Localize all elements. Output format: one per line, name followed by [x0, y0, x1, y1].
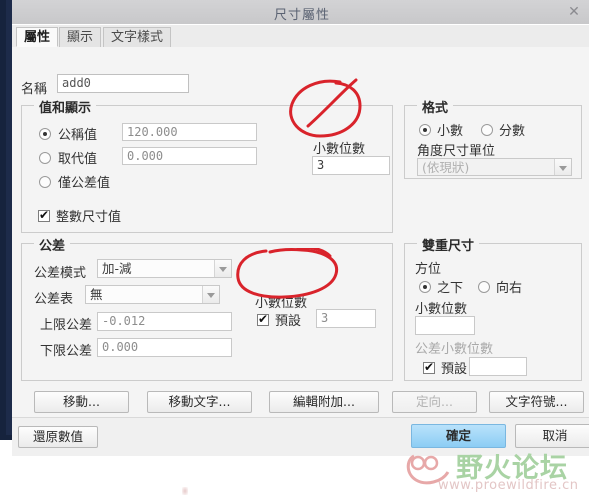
move-text-button[interactable]: 移動文字... — [147, 391, 252, 413]
tolerance-default-checkbox[interactable] — [257, 312, 269, 326]
dialog-title: 尺寸屬性 — [273, 8, 330, 23]
radio-right[interactable] — [478, 281, 490, 293]
dual-default-label: 預設 — [441, 362, 468, 377]
tolerance-mode-combo[interactable]: 加-減 — [97, 259, 232, 278]
watermark: 野火论坛 www.proewildfire.cn — [404, 446, 589, 498]
radio-decimal-label: 小數 — [437, 124, 464, 139]
tolerance-mode-label: 公差模式 — [34, 266, 87, 281]
radio-tolerance-only-label: 僅公差值 — [58, 176, 111, 191]
angular-units-value: (依現狀) — [422, 160, 470, 175]
tolerance-group-legend: 公差 — [34, 235, 71, 254]
integer-dimension-checkbox[interactable] — [38, 208, 50, 222]
values-and-display-group: 值和顯示 公稱值 120.000 取代值 0.000 僅公差值 整數尺寸值 小數… — [21, 97, 393, 233]
edit-attach-button[interactable]: 編輯附加... — [269, 391, 379, 413]
tab-properties[interactable]: 屬性 — [16, 27, 59, 47]
restore-values-button[interactable]: 還原數值 — [18, 426, 98, 448]
dialog-client-area: 屬性 顯示 文字樣式 名稱 add0 值和顯示 公稱值 120.000 取代值 … — [12, 24, 589, 456]
action-button-row: 移動... 移動文字... 編輯附加... 定向... 文字符號... — [12, 387, 589, 417]
tab-text-style[interactable]: 文字樣式 — [103, 27, 172, 47]
radio-fraction-label: 分數 — [499, 124, 526, 139]
name-input[interactable]: add0 — [57, 74, 189, 93]
tab-display[interactable]: 顯示 — [59, 27, 102, 47]
dual-default-checkbox[interactable] — [423, 360, 435, 374]
radio-override-value-label: 取代值 — [58, 152, 98, 167]
decimal-places-input[interactable]: 3 — [312, 156, 390, 175]
dual-decimal-places-label: 小數位數 — [415, 302, 468, 317]
close-icon[interactable]: ✕ — [566, 4, 582, 20]
upper-tolerance-input[interactable]: -0.012 — [97, 312, 232, 331]
radio-below-label: 之下 — [437, 281, 464, 296]
properties-panel: 名稱 add0 值和顯示 公稱值 120.000 取代值 0.000 僅公差值 … — [12, 47, 589, 456]
cancel-button[interactable]: 取消 — [515, 424, 589, 448]
name-label: 名稱 — [21, 82, 48, 97]
tolerance-group: 公差 公差模式 加-減 公差表 無 上限公差 -0.012 下限公差 0.000… — [21, 235, 393, 381]
dual-decimal-places-input[interactable] — [415, 316, 475, 335]
decimal-places-label: 小數位數 — [313, 142, 366, 157]
tolerance-default-label: 預設 — [275, 314, 302, 329]
dual-default-input[interactable] — [469, 357, 527, 376]
values-group-legend: 值和顯示 — [34, 97, 97, 116]
orient-button: 定向... — [392, 391, 477, 413]
tolerance-decimal-places-label: 小數位數 — [255, 296, 308, 311]
ok-button[interactable]: 確定 — [411, 424, 506, 448]
tolerance-table-combo[interactable]: 無 — [85, 285, 220, 304]
nominal-value-field[interactable]: 120.000 — [122, 123, 257, 141]
text-symbol-button[interactable]: 文字符號... — [489, 391, 584, 413]
title-bar: 尺寸屬性 ✕ — [12, 0, 589, 25]
dual-dimension-group: 雙重尺寸 方位 之下 向右 小數位數 公差小數位數 預設 — [404, 235, 582, 381]
override-value-field[interactable]: 0.000 — [122, 147, 257, 165]
chevron-down-icon[interactable] — [214, 260, 231, 277]
angular-units-label: 角度尺寸單位 — [417, 144, 496, 159]
radio-decimal[interactable] — [419, 124, 431, 136]
radio-nominal-value-label: 公稱值 — [58, 128, 98, 143]
radio-nominal-value[interactable] — [39, 128, 51, 140]
watermark-url: www.proewildfire.cn — [438, 478, 579, 493]
lower-tolerance-input[interactable]: 0.000 — [97, 338, 232, 357]
tab-strip: 屬性 顯示 文字樣式 — [12, 25, 589, 48]
dual-tolerance-decimal-label: 公差小數位數 — [415, 342, 494, 357]
page-artifact — [182, 487, 188, 495]
radio-fraction[interactable] — [481, 124, 493, 136]
upper-tolerance-label: 上限公差 — [40, 318, 93, 333]
tolerance-mode-value: 加-減 — [102, 261, 132, 276]
radio-below[interactable] — [419, 281, 431, 293]
dialog-window: 尺寸屬性 ✕ 屬性 顯示 文字樣式 名稱 add0 值和顯示 公稱值 120.0… — [0, 0, 589, 456]
format-group-legend: 格式 — [417, 97, 454, 116]
move-button[interactable]: 移動... — [34, 391, 129, 413]
integer-dimension-label: 整數尺寸值 — [56, 210, 122, 225]
chevron-down-icon[interactable] — [554, 159, 571, 175]
radio-right-label: 向右 — [496, 281, 523, 296]
dual-group-legend: 雙重尺寸 — [417, 235, 480, 254]
lower-tolerance-label: 下限公差 — [40, 344, 93, 359]
radio-override-value[interactable] — [39, 152, 51, 164]
angular-units-combo[interactable]: (依現狀) — [417, 158, 572, 176]
tolerance-table-label: 公差表 — [34, 292, 74, 307]
radio-tolerance-only[interactable] — [39, 176, 51, 188]
format-group: 格式 小數 分數 角度尺寸單位 (依現狀) — [404, 97, 582, 179]
chevron-down-icon[interactable] — [202, 286, 219, 303]
tolerance-decimal-places-input[interactable]: 3 — [316, 309, 376, 328]
orientation-label: 方位 — [415, 262, 442, 277]
tolerance-table-value: 無 — [90, 287, 103, 302]
